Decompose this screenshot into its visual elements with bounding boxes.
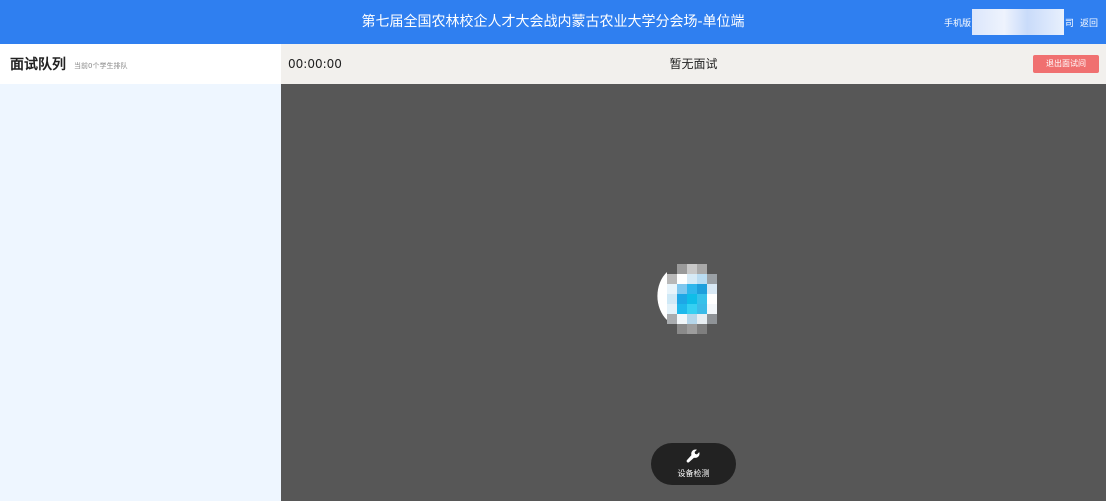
interview-toolbar: 00:00:00 暂无面试 退出面试间 xyxy=(281,44,1106,84)
mobile-version-link[interactable]: 手机版 xyxy=(944,16,971,29)
back-link[interactable]: 返回 xyxy=(1080,16,1098,29)
interview-queue-panel: 面试队列 当前0个学生排队 xyxy=(0,44,281,501)
redacted-company-name xyxy=(971,9,1064,35)
wrench-icon xyxy=(686,449,700,463)
queue-header: 面试队列 当前0个学生排队 xyxy=(0,44,281,84)
header-actions: 手机版 司 返回 xyxy=(944,0,1098,44)
video-area: 设备检测 xyxy=(281,84,1106,501)
interview-status: 暂无面试 xyxy=(669,57,718,71)
exit-interview-button[interactable]: 退出面试间 xyxy=(1033,55,1099,73)
queue-count: 当前0个学生排队 xyxy=(74,62,128,70)
device-check-label: 设备检测 xyxy=(677,469,710,478)
company-name-suffix: 司 xyxy=(1064,18,1074,29)
device-check-button[interactable]: 设备检测 xyxy=(651,443,736,485)
interview-room: 00:00:00 暂无面试 退出面试间 设备检测 xyxy=(281,44,1106,501)
queue-title: 面试队列 xyxy=(10,57,66,73)
avatar-placeholder-icon xyxy=(657,264,717,334)
page-title: 第七届全国农林校企人才大会战内蒙古农业大学分会场-单位端 xyxy=(361,14,745,30)
top-header: 第七届全国农林校企人才大会战内蒙古农业大学分会场-单位端 手机版 司 返回 xyxy=(0,0,1106,44)
